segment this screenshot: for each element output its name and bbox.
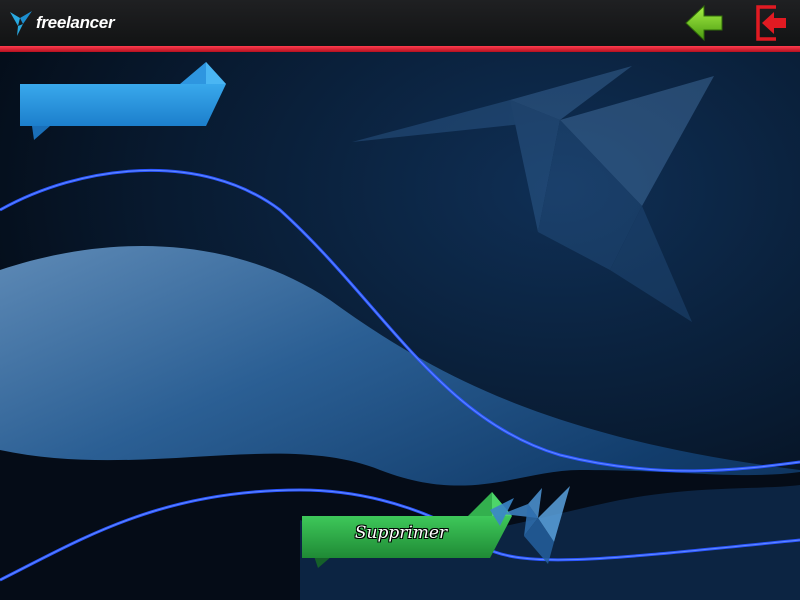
logout-button[interactable] [752, 3, 792, 43]
logout-icon [756, 5, 786, 41]
freelancer-logo[interactable]: freelancer [8, 6, 115, 40]
bird-icon [10, 11, 32, 36]
small-crane-icon [502, 486, 570, 564]
top-bar: freelancer [0, 0, 800, 46]
title-ribbon [20, 62, 226, 140]
delete-button[interactable] [302, 488, 516, 572]
back-button[interactable] [684, 3, 724, 43]
logo-text: freelancer [36, 13, 115, 32]
arrow-left-icon [685, 4, 723, 42]
